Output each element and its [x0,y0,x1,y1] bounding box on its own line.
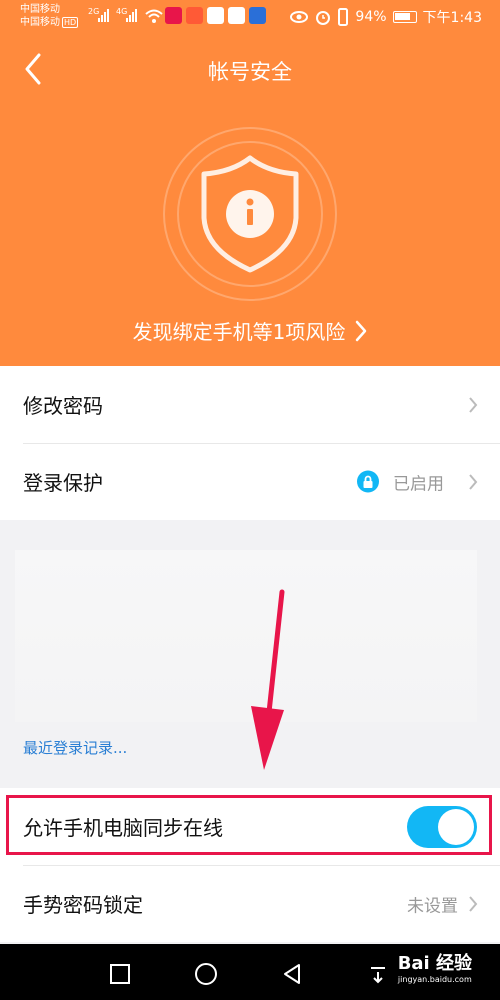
login-protection-row[interactable]: 登录保护 已启用 [0,443,500,520]
app-notification-icon [228,7,245,24]
hd-badge: HD [62,17,79,28]
eye-icon [290,11,309,23]
app-notification-icon [249,7,266,24]
login-protection-label: 登录保护 [23,471,103,495]
back-triangle-icon[interactable] [280,962,304,986]
baidu-watermark: Bai 经验 jingyan.baidu.com [398,949,472,984]
login-records-area [15,550,477,722]
signal-icon-2 [126,9,137,22]
watermark-url: jingyan.baidu.com [397,975,472,984]
clock: 下午1:43 [422,10,482,26]
login-protection-status-text: 已启用 [393,474,444,494]
notification-app-icons [165,7,266,24]
recent-login-link[interactable]: 最近登录记录... [23,737,127,758]
sync-online-row: 允许手机电脑同步在线 [0,788,500,865]
toggle-knob [438,808,474,845]
carrier-2: 中国移动 [20,17,60,28]
recent-apps-icon[interactable] [108,962,132,986]
carrier-info: 中国移动 中国移动 HD [20,3,79,29]
wifi-icon [145,9,163,23]
watermark-logo: Bai 经验 [397,953,472,974]
change-password-row[interactable]: 修改密码 [0,366,500,443]
chevron-right-icon [469,473,478,490]
notification-pull-icon[interactable] [366,962,390,986]
status-bar: 中国移动 中国移动 HD 2G 4G 94% 下午1:43 [0,0,500,36]
system-nav-bar: Bai 经验 jingyan.baidu.com [0,944,500,1000]
app-notification-icon [207,7,224,24]
gesture-lock-status: 未设置 [407,896,458,916]
chevron-right-icon [469,895,478,912]
lock-icon [357,470,379,493]
gesture-lock-row[interactable]: 手势密码锁定 未设置 [0,865,500,942]
sync-online-toggle[interactable] [407,805,477,848]
alarm-icon [316,11,331,25]
status-right: 94% 下午1:43 [289,7,482,27]
signal-icon [98,9,109,22]
vibrate-icon [338,8,349,26]
change-password-label: 修改密码 [23,394,103,418]
battery-icon [392,11,417,23]
page-title: 帐号安全 [208,60,292,84]
app-notification-icon [165,7,182,24]
sync-online-label: 允许手机电脑同步在线 [23,816,223,840]
gesture-lock-label: 手势密码锁定 [23,893,143,917]
home-icon[interactable] [194,962,218,986]
battery-percent: 94% [355,9,387,25]
security-settings-list: 修改密码 登录保护 已启用 [0,366,500,520]
risk-warning-link[interactable]: 发现绑定手机等1项风险 [0,316,500,345]
login-protection-status: 已启用 [357,469,444,494]
app-notification-icon [186,7,203,24]
chevron-right-icon [469,396,478,413]
shield-info-icon [162,126,338,302]
carrier-1: 中国移动 [20,4,60,15]
chevron-right-icon [356,320,367,341]
security-header: 帐号安全 发现绑定手机等1项风险 [0,36,500,366]
device-settings-list: 允许手机电脑同步在线 手势密码锁定 未设置 [0,788,500,942]
risk-warning-text: 发现绑定手机等1项风险 [132,320,346,344]
